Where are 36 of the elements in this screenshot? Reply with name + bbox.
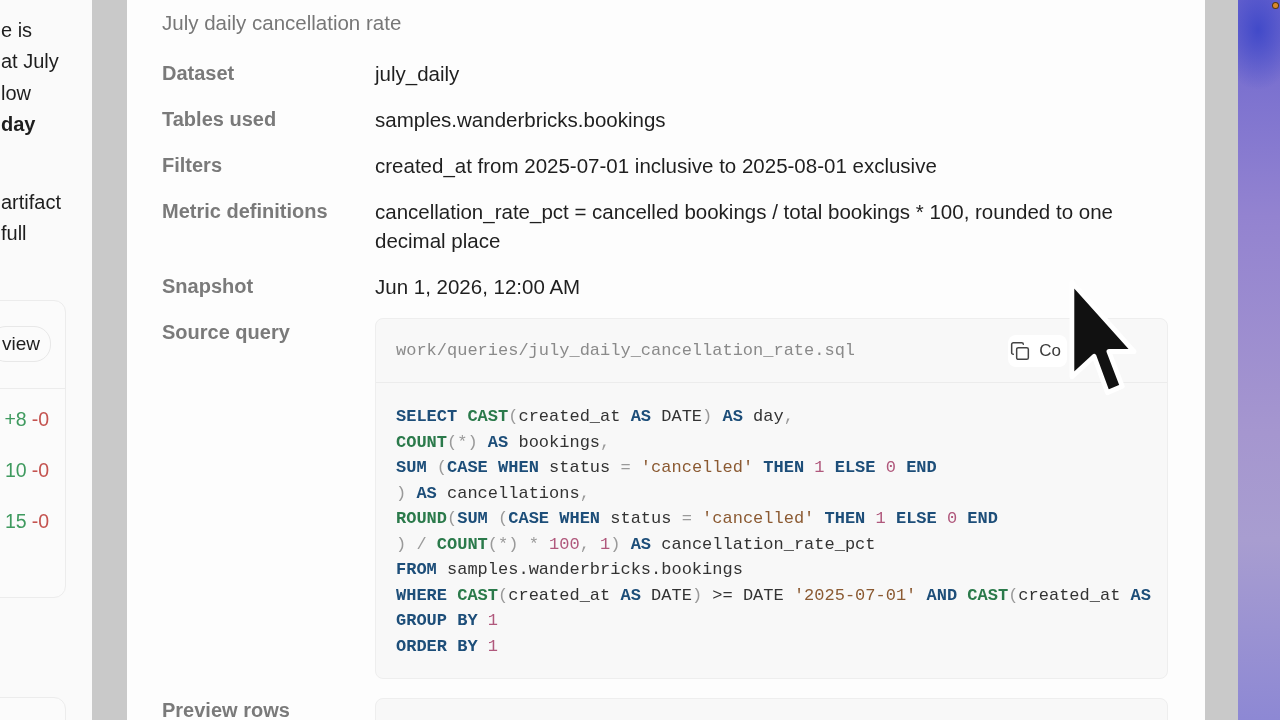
dialog-title: July daily cancellation rate (162, 10, 402, 36)
code-line: ROUND(SUM (CASE WHEN status = 'cancelled' THEN 1 ELSE 0 END (396, 508, 998, 530)
detail-value: cancellation_rate_pct = cancelled bookings / total bookings * 100, rounded to one decimal place (375, 199, 1114, 254)
detail-value: july_daily (375, 61, 460, 88)
code-line: SELECT CAST(created_at AS DATE) AS day, (396, 406, 794, 428)
code-line: WHERE CAST(created_at AS DATE) >= DATE '2025-07-01' AND CAST(created_at AS (396, 584, 1151, 607)
removed-count: -0 (31, 406, 49, 431)
detail-label: Source query (162, 320, 290, 345)
code-line: ORDER BY 1 (396, 635, 499, 658)
added-count: +8 (4, 406, 27, 431)
code-line: GROUP BY 1 (396, 610, 499, 632)
detail-label: Dataset (162, 61, 235, 86)
code-line: ) AS cancellations, (396, 482, 590, 505)
detail-value: created_at from 2025-07-01 inclusive to 2025-08-01 exclusive (375, 153, 937, 180)
dot-icon (1273, 3, 1278, 8)
detail-label: Filters (162, 153, 223, 178)
added-count: 15 (4, 508, 27, 533)
view-button[interactable]: view (0, 326, 51, 363)
added-count: 10 (4, 457, 27, 482)
paragraph-text: e is at July low day (0, 18, 60, 137)
detail-label: Preview rows (162, 701, 290, 720)
code-line: FROM samples.wanderbricks.bookings (396, 559, 743, 581)
paragraph-text: artifact full (0, 190, 63, 247)
removed-count: -0 (31, 508, 49, 533)
detail-label: Metric definitions (162, 199, 328, 224)
code-line: ) / COUNT(*) * 100, 1) AS cancellation_rate_pct (396, 533, 876, 556)
copy-button[interactable]: Co (1008, 334, 1067, 367)
detail-value: samples.wanderbricks.bookings (375, 107, 666, 133)
file-path: work/queries/july_daily_cancellation_rate.sql (396, 341, 856, 360)
detail-label: Tables used (162, 107, 277, 132)
code-line: SUM (CASE WHEN status = 'cancelled' THEN 1 ELSE 0 END (396, 457, 937, 479)
copy-icon (1010, 340, 1031, 361)
code-line: COUNT(*) AS bookings, (396, 431, 611, 454)
detail-label: Snapshot (162, 274, 254, 299)
detail-value: Jun 1, 2026, 12:00 AM (375, 274, 581, 300)
removed-count: -0 (31, 457, 49, 482)
